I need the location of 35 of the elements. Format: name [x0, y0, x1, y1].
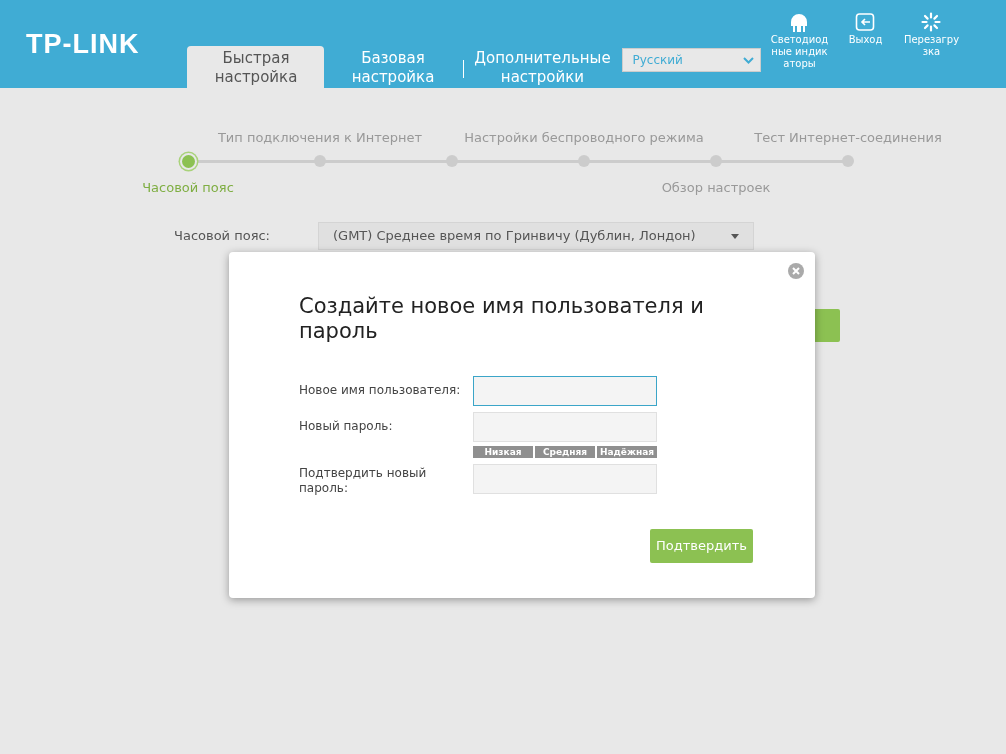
field-label: Новый пароль: [299, 418, 394, 434]
timezone-select[interactable]: (GMT) Среднее время по Гринвичу (Дублин, Лондон) [318, 222, 754, 250]
step-label: Тип подключения к Интернет [217, 129, 423, 147]
step-label: Настройки беспроводного режима [464, 129, 704, 147]
logo: TP-LINK [26, 31, 140, 58]
strength-label: Средняя [535, 446, 595, 458]
strength-label: Надёжная [597, 446, 657, 458]
tool-label: Выход [848, 34, 883, 46]
chevron-icon [743, 56, 755, 64]
toolbar-button[interactable]: Перезагрузка [901, 12, 962, 88]
language-select[interactable]: Русский [622, 48, 762, 72]
toolbar-button[interactable]: Выход [835, 12, 896, 88]
field-label: Часовой пояс: [174, 227, 271, 246]
step-label: Тест Интернет-соединения [754, 129, 942, 147]
field-label: Новое имя пользователя: [299, 382, 462, 398]
language-value: Русский [632, 52, 683, 69]
dialog-title: Создайте новое имя пользователя и пароль [299, 294, 705, 344]
toolbar-button[interactable]: Светодиодные индикаторы [769, 12, 830, 88]
spinner-icon [921, 12, 942, 32]
close-button[interactable] [788, 263, 804, 279]
led-icon [790, 12, 809, 32]
nav-tab[interactable]: Базовая настройка [324, 46, 462, 88]
field-label: Подтвердить новый пароль: [299, 465, 428, 496]
tool-label: Перезагрузка [902, 34, 961, 58]
tool-label: Светодиодные индикаторы [769, 34, 830, 70]
nav-tab[interactable]: Дополнительные настройки [466, 46, 619, 88]
confirm-button[interactable]: Подтвердить [650, 529, 753, 563]
input-field[interactable] [473, 376, 657, 406]
step-label: Часовой пояс [142, 179, 234, 197]
nav-tab[interactable]: Быстрая настройка [187, 46, 325, 88]
caret-icon [731, 233, 739, 239]
strength-label: Низкая [473, 446, 533, 458]
logout-icon [855, 12, 876, 32]
timezone-value: (GMT) Среднее время по Гринвичу (Дублин, Лондон) [333, 227, 696, 245]
step-label: Обзор настроек [661, 179, 771, 197]
